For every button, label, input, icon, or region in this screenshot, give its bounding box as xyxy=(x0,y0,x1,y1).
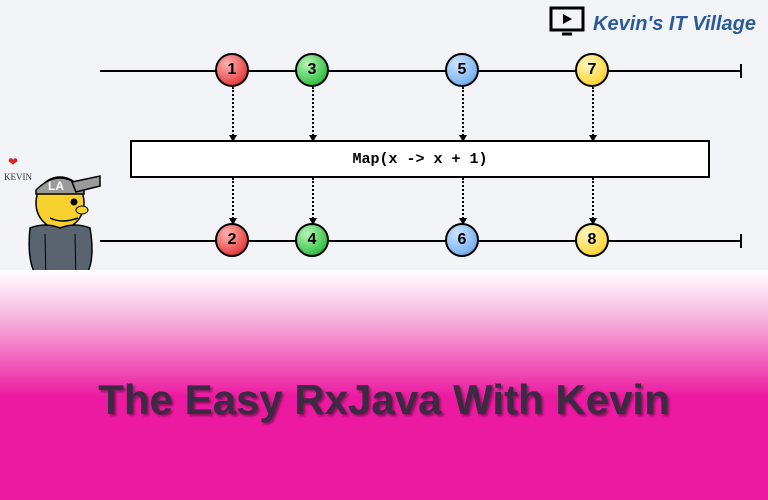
marble-input-1: 1 xyxy=(215,53,249,87)
operator-box: Map(x -> x + 1) xyxy=(130,140,710,178)
input-timeline xyxy=(100,70,740,72)
marble-input-4: 7 xyxy=(575,53,609,87)
svg-text:LA: LA xyxy=(48,179,64,193)
operator-label: Map(x -> x + 1) xyxy=(352,151,487,168)
marble-output-1: 2 xyxy=(215,223,249,257)
marble-value: 6 xyxy=(458,231,467,249)
brand-logo: Kevin's IT Village xyxy=(549,6,756,43)
marble-value: 5 xyxy=(458,61,467,79)
marble-value: 7 xyxy=(588,61,597,79)
marble-output-4: 8 xyxy=(575,223,609,257)
tv-play-icon xyxy=(549,6,585,43)
marble-output-3: 6 xyxy=(445,223,479,257)
arrow-in xyxy=(592,87,594,140)
marble-value: 4 xyxy=(308,231,317,249)
marble-output-2: 4 xyxy=(295,223,329,257)
arrow-out xyxy=(312,178,314,223)
arrow-in xyxy=(312,87,314,140)
marble-value: 3 xyxy=(308,61,317,79)
arrow-out xyxy=(232,178,234,223)
page-title: The Easy RxJava With Kevin xyxy=(98,376,670,424)
marble-value: 2 xyxy=(228,231,237,249)
svg-text:❤: ❤ xyxy=(8,155,18,169)
arrow-out xyxy=(462,178,464,223)
marble-value: 8 xyxy=(588,231,597,249)
arrow-in xyxy=(232,87,234,140)
arrow-in xyxy=(462,87,464,140)
svg-text:KEVIN: KEVIN xyxy=(4,172,32,182)
title-banner: The Easy RxJava With Kevin xyxy=(0,270,768,500)
marble-input-2: 3 xyxy=(295,53,329,87)
marble-input-3: 5 xyxy=(445,53,479,87)
marble-value: 1 xyxy=(228,61,237,79)
brand-name: Kevin's IT Village xyxy=(593,13,756,36)
output-timeline xyxy=(100,240,740,242)
marble-diagram: 1 3 5 7 Map(x -> x + 1) 2 4 6 8 xyxy=(100,40,740,280)
arrow-out xyxy=(592,178,594,223)
